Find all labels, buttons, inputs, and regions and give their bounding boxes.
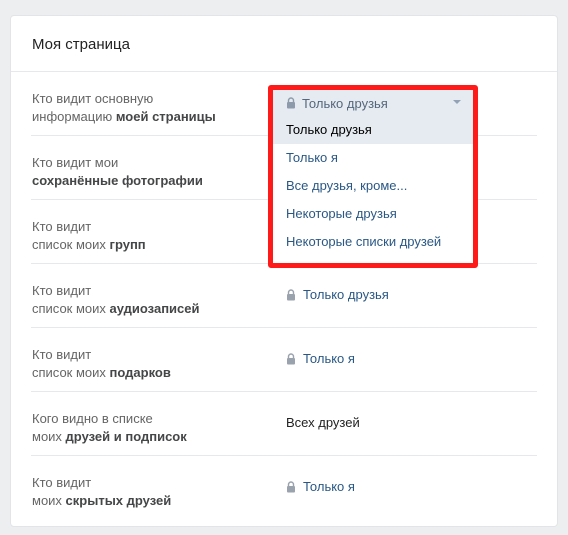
privacy-value-gifts[interactable]: Только я — [286, 350, 355, 368]
privacy-value-hidden-friends[interactable]: Только я — [286, 478, 355, 496]
privacy-dropdown: Только друзья Только друзья Только я Все… — [268, 85, 478, 268]
dropdown-current-value[interactable]: Только друзья — [273, 90, 473, 116]
dropdown-options: Только друзья Только я Все друзья, кроме… — [273, 116, 473, 256]
privacy-value-audio[interactable]: Только друзья — [286, 286, 389, 304]
privacy-row-hidden-friends: Кто видит моих скрытых друзей Только я — [31, 456, 537, 520]
dropdown-option-friends-only[interactable]: Только друзья — [273, 116, 473, 144]
dropdown-option-only-me[interactable]: Только я — [273, 144, 473, 172]
row-label: Кто видит моих скрытых друзей — [32, 475, 172, 508]
lock-icon — [287, 289, 295, 301]
privacy-value-friends-subscriptions[interactable]: Всех друзей — [286, 414, 360, 432]
row-label: Кто видит основную информацию моей стран… — [32, 91, 216, 124]
lock-icon — [287, 97, 295, 109]
section-title: Моя страница — [11, 16, 557, 72]
privacy-row-audio: Кто видит список моих аудиозаписей Тольк… — [31, 264, 537, 328]
row-label: Кто видит список моих групп — [32, 219, 146, 252]
row-label: Кто видит список моих аудиозаписей — [32, 283, 200, 316]
row-label: Кто видит список моих подарков — [32, 347, 171, 380]
privacy-row-friends-subscriptions: Кого видно в списке моих друзей и подпис… — [31, 392, 537, 456]
dropdown-option-all-except[interactable]: Все друзья, кроме... — [273, 172, 473, 200]
caret-down-icon[interactable] — [453, 100, 461, 104]
dropdown-option-some-friend-lists[interactable]: Некоторые списки друзей — [273, 228, 473, 256]
lock-icon — [287, 353, 295, 365]
lock-icon — [287, 481, 295, 493]
row-label: Кто видит мои сохранённые фотографии — [32, 155, 203, 188]
row-label: Кого видно в списке моих друзей и подпис… — [32, 411, 187, 444]
dropdown-option-some-friends[interactable]: Некоторые друзья — [273, 200, 473, 228]
privacy-row-gifts: Кто видит список моих подарков Только я — [31, 328, 537, 392]
